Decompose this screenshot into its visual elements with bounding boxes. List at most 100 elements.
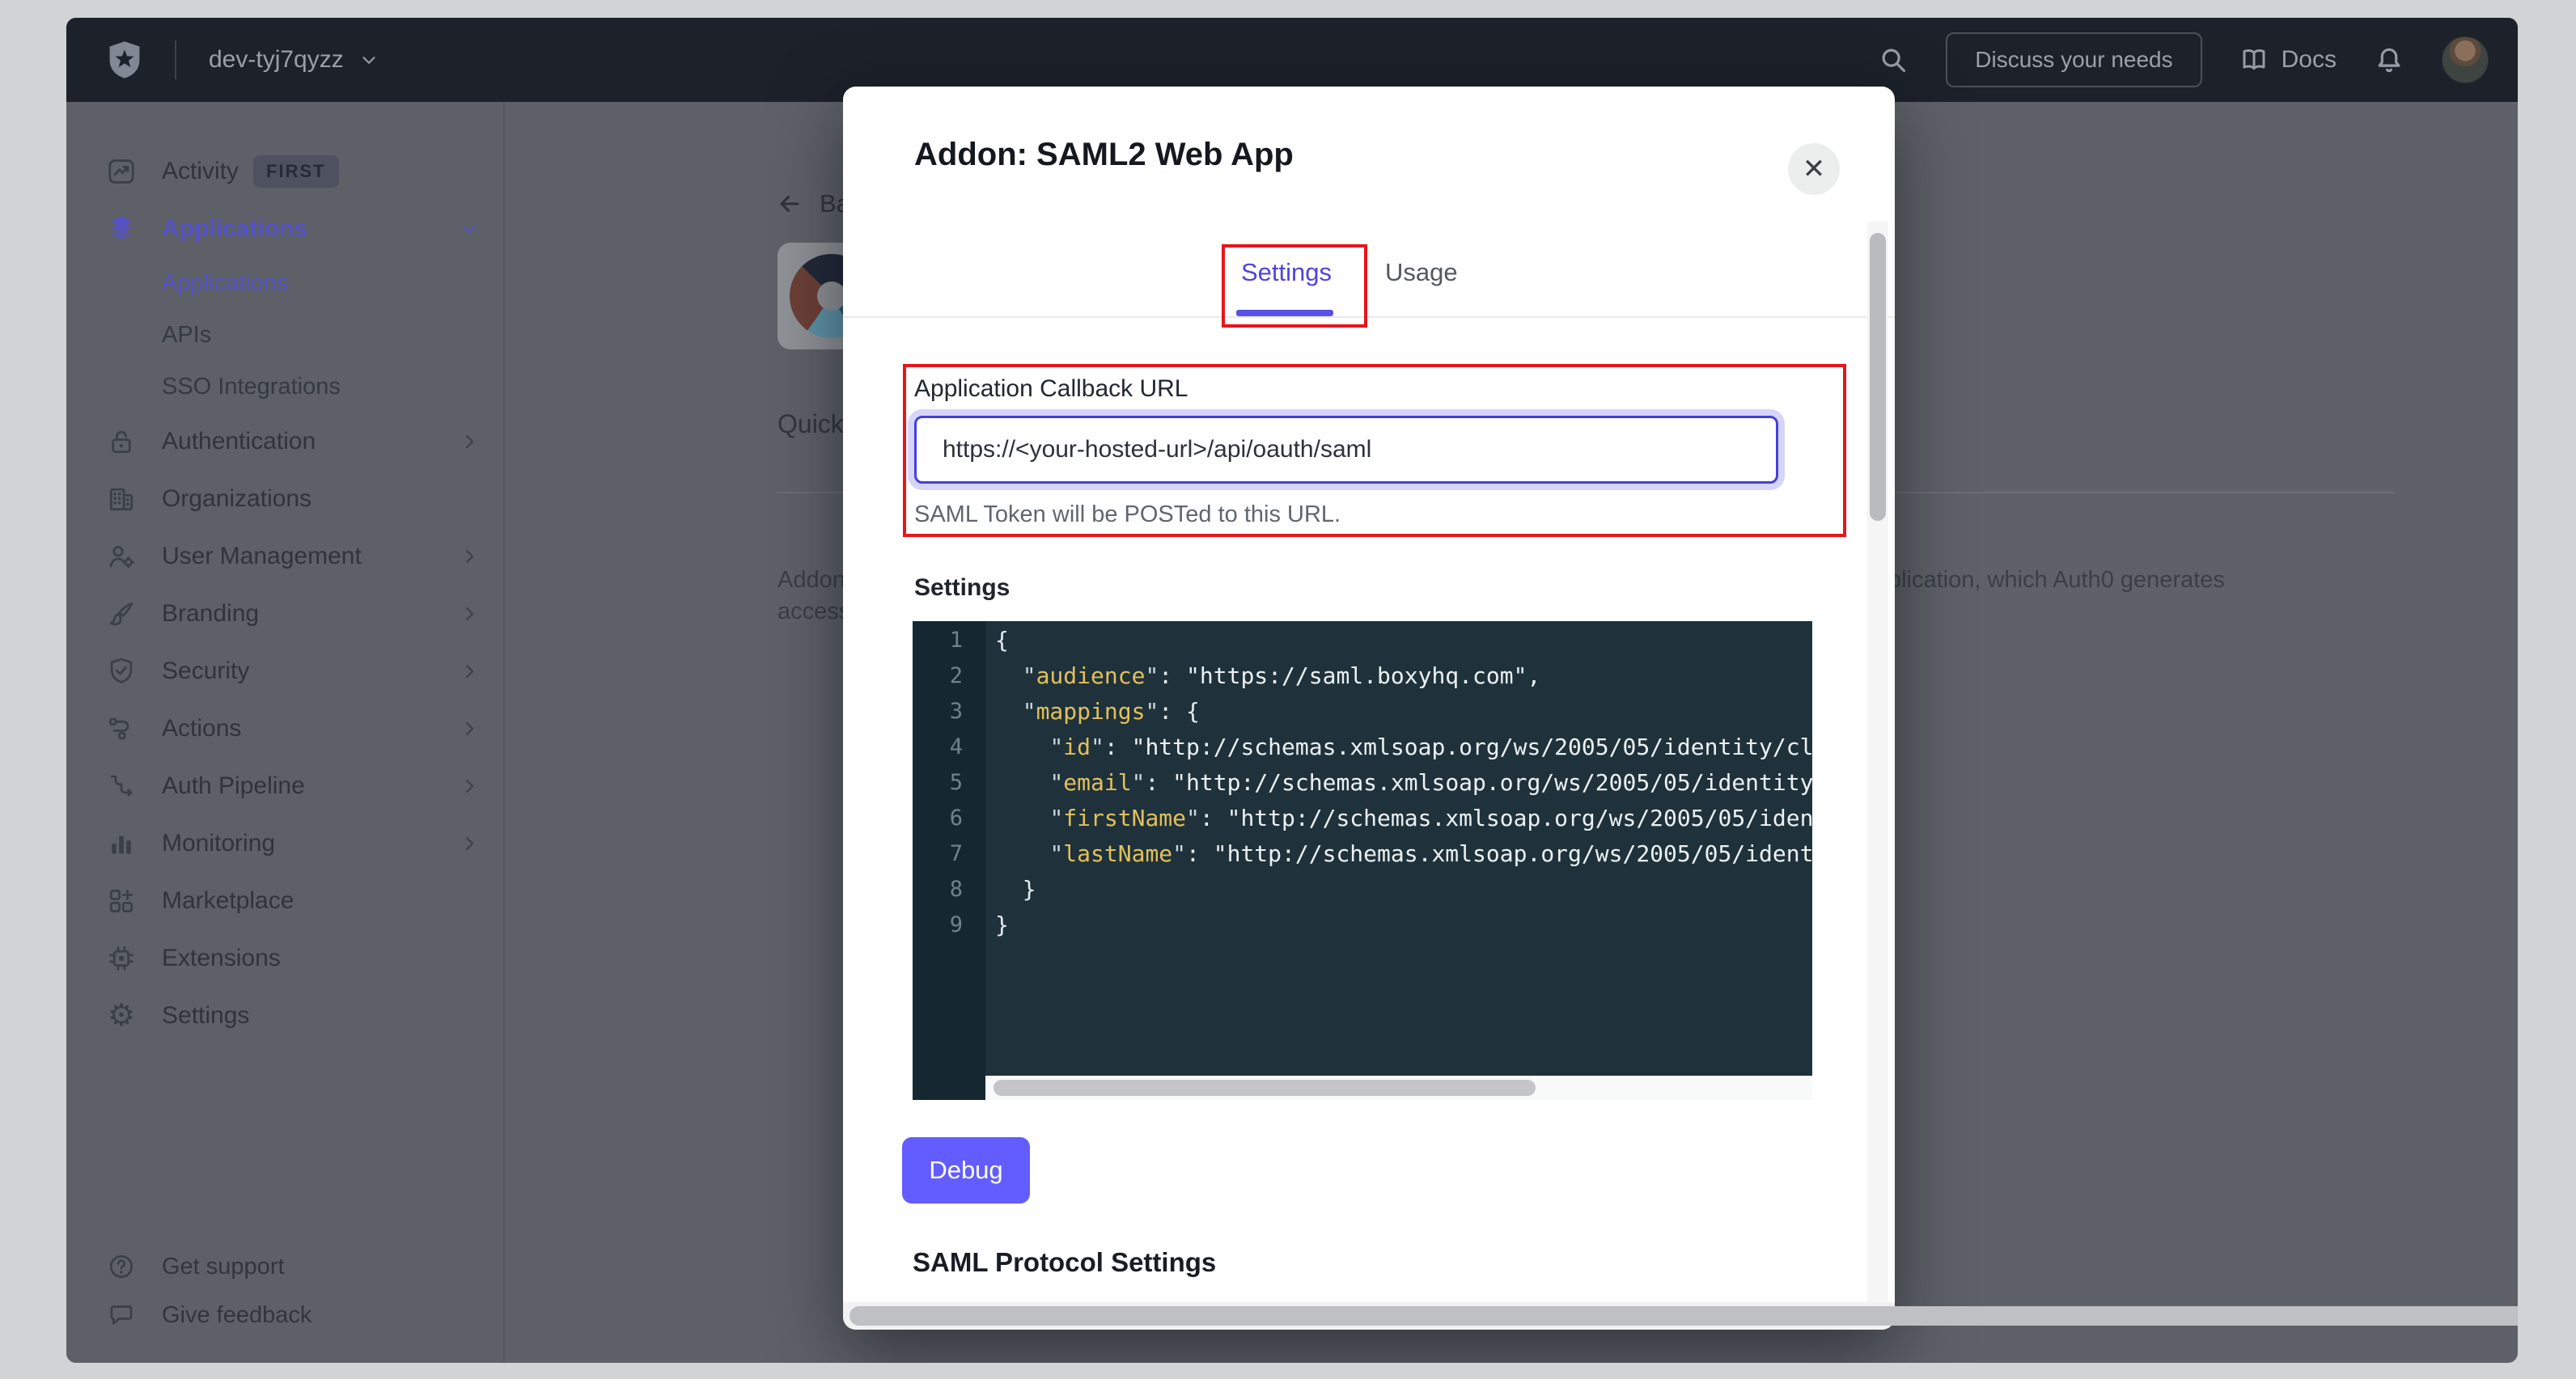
code-line: "id": "http://schemas.xmlsoap.org/ws/200… (995, 730, 1812, 765)
settings-json-editor[interactable]: 123456789 { "audience": "https://saml.bo… (913, 621, 1812, 1100)
sidebar-item-sso-integrations[interactable]: SSO Integrations (66, 361, 503, 412)
activity-chart-icon (105, 155, 138, 188)
sidebar-item-label: Authentication (162, 428, 316, 455)
tenant-switcher[interactable]: dev-tyj7qyzz (209, 46, 379, 74)
sidebar-item-auth-pipeline[interactable]: Auth Pipeline (66, 757, 503, 814)
sidebar-footer: Get support Give feedback (66, 1242, 503, 1339)
sidebar-item-label: APIs (162, 322, 211, 349)
sidebar: Activity FIRST Applications Applications API… (66, 102, 505, 1363)
flow-icon (105, 713, 138, 745)
search-icon[interactable] (1878, 44, 1909, 75)
sidebar-item-branding[interactable]: Branding (66, 585, 503, 642)
sidebar-item-get-support[interactable]: Get support (66, 1242, 503, 1291)
code-line: } (995, 872, 1812, 907)
lock-icon (105, 425, 138, 458)
chevron-right-icon (458, 545, 481, 568)
sidebar-item-organizations[interactable]: Organizations (66, 470, 503, 527)
building-icon (105, 483, 138, 515)
sidebar-item-label: SSO Integrations (162, 374, 341, 400)
modal-vertical-scrollbar[interactable] (1867, 222, 1888, 1302)
code-line: "email": "http://schemas.xmlsoap.org/ws/… (995, 765, 1812, 801)
sidebar-item-authentication[interactable]: Authentication (66, 412, 503, 470)
tabs-divider (843, 316, 1895, 318)
chevron-right-icon (458, 832, 481, 855)
modal-vscroll-thumb[interactable] (1870, 233, 1886, 521)
code-line: "firstName": "http://schemas.xmlsoap.org… (995, 801, 1812, 836)
sidebar-items: Activity FIRST Applications Applications API… (66, 142, 503, 1044)
chevron-right-icon (458, 660, 481, 683)
back-arrow-icon (776, 190, 803, 218)
settings-section-label: Settings (914, 574, 1010, 602)
modal-hscroll-thumb[interactable] (849, 1306, 2518, 1326)
annotation-callback-url (903, 364, 1846, 537)
chat-bubble-icon (105, 1299, 138, 1331)
sidebar-item-label: Get support (162, 1254, 285, 1280)
debug-button[interactable]: Debug (902, 1137, 1030, 1203)
user-avatar[interactable] (2442, 36, 2489, 83)
code-line: } (995, 907, 1812, 943)
paintbrush-icon (105, 598, 138, 630)
sidebar-item-label: Security (162, 658, 249, 685)
docs-label: Docs (2282, 46, 2337, 74)
saml-protocol-settings-heading: SAML Protocol Settings (913, 1247, 1216, 1278)
chevron-right-icon (458, 717, 481, 740)
sidebar-item-applications[interactable]: Applications (66, 200, 503, 257)
sidebar-item-label: Extensions (162, 945, 281, 972)
shield-check-icon (105, 655, 138, 687)
sidebar-item-label: Marketplace (162, 887, 294, 915)
docs-link[interactable]: Docs (2239, 45, 2337, 74)
annotation-settings-tab (1222, 244, 1367, 328)
tenant-name: dev-tyj7qyzz (209, 46, 344, 74)
bell-icon[interactable] (2374, 44, 2404, 75)
sidebar-item-label: Activity (162, 158, 239, 185)
chip-icon (105, 942, 138, 975)
user-gear-icon (105, 540, 138, 573)
chevron-right-icon (458, 430, 481, 453)
first-badge: FIRST (253, 155, 339, 188)
sidebar-item-marketplace[interactable]: Marketplace (66, 872, 503, 929)
auth0-shield-icon (104, 36, 146, 84)
sidebar-item-security[interactable]: Security (66, 642, 503, 700)
editor-hscroll-thumb[interactable] (994, 1080, 1536, 1096)
sidebar-item-settings[interactable]: ⚙ Settings (66, 987, 503, 1044)
chevron-right-icon (458, 775, 481, 797)
editor-gutter: 123456789 (913, 621, 985, 1100)
sidebar-item-label: Settings (162, 1002, 249, 1030)
editor-line-numbers: 123456789 (950, 623, 963, 943)
bar-chart-icon (105, 827, 138, 860)
sidebar-item-label: Applications (162, 270, 288, 297)
sidebar-item-label: Give feedback (162, 1302, 311, 1329)
sidebar-item-label: Organizations (162, 485, 311, 513)
code-line: "audience": "https://saml.boxyhq.com", (995, 658, 1812, 694)
discuss-your-needs-button[interactable]: Discuss your needs (1946, 32, 2201, 87)
sidebar-item-give-feedback[interactable]: Give feedback (66, 1291, 503, 1339)
chevron-down-icon (358, 49, 379, 70)
gear-icon: ⚙ (105, 1000, 138, 1032)
sidebar-item-user-management[interactable]: User Management (66, 527, 503, 585)
close-icon[interactable]: ✕ (1788, 143, 1840, 195)
modal-horizontal-scrollbar[interactable] (843, 1302, 1895, 1330)
layers-icon (105, 213, 138, 245)
book-icon (2239, 45, 2269, 74)
topbar-divider (175, 40, 176, 79)
sidebar-item-extensions[interactable]: Extensions (66, 929, 503, 987)
sidebar-item-applications[interactable]: Applications (66, 257, 503, 309)
sidebar-item-label: Actions (162, 715, 241, 742)
sidebar-item-monitoring[interactable]: Monitoring (66, 814, 503, 872)
code-line: "lastName": "http://schemas.xmlsoap.org/… (995, 836, 1812, 872)
editor-code: { "audience": "https://saml.boxyhq.com",… (995, 623, 1812, 943)
tab-usage[interactable]: Usage (1385, 258, 1458, 287)
code-line: { (995, 623, 1812, 658)
chevron-down-icon (458, 218, 481, 240)
code-line: "mappings": { (995, 694, 1812, 730)
sidebar-item-actions[interactable]: Actions (66, 700, 503, 757)
auth0-logo[interactable] (104, 36, 146, 84)
sidebar-item-activity[interactable]: Activity FIRST (66, 142, 503, 200)
grid-plus-icon (105, 885, 138, 917)
sidebar-item-apis[interactable]: APIs (66, 309, 503, 361)
editor-horizontal-scrollbar[interactable] (985, 1076, 1812, 1100)
app-window: Back Quick Start Addons are plugins asso… (66, 18, 2518, 1363)
chevron-right-icon (458, 603, 481, 625)
sidebar-item-label: Applications (162, 215, 307, 243)
help-circle-icon (105, 1250, 138, 1283)
